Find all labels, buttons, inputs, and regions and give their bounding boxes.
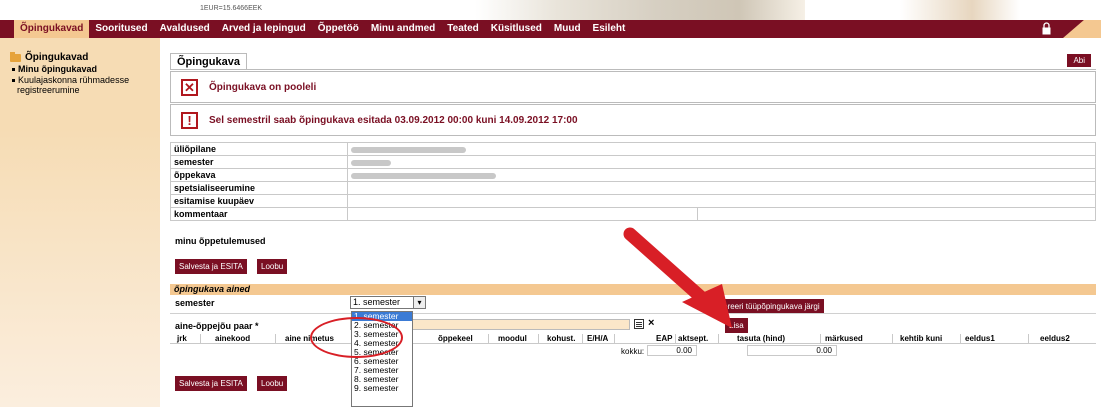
column-divider [275,334,276,344]
col-kehtib-kuni: kehtib kuni [900,334,943,343]
save-submit-button-bottom[interactable]: Salvesta ja ESITA [175,376,247,391]
info-table: üliõpilane semester õppekava spetsialise… [170,142,1096,221]
sidebar-item-label: Minu õpingukavad [18,64,98,74]
save-submit-button[interactable]: Salvesta ja ESITA [175,259,247,274]
sidebar-item-kuulajaskond-cont[interactable]: registreerumine [17,85,80,95]
column-divider [1028,334,1029,344]
x-icon: ✕ [181,79,198,96]
info-value [347,168,1096,182]
semester-label: semester [175,298,215,308]
comment-field-2[interactable] [697,207,1096,221]
pair-label: aine-õppejõu paar * [175,321,259,331]
column-divider [820,334,821,344]
nav-opingukavad[interactable]: Õpingukavad [14,20,90,38]
bullet-icon [12,68,15,72]
table-row: esitamise kuupäev [170,194,1096,208]
sidebar-item-kuulajaskond[interactable]: Kuulajaskonna rühmadesse [12,75,129,85]
chevron-down-icon[interactable]: ▾ [413,297,425,308]
semester-select-value: 1. semester [353,297,401,307]
folder-icon [10,51,21,62]
top-strip: 1EUR=15.6466EEK [0,0,1101,20]
sidebar-item-minu-opingukavad[interactable]: Minu õpingukavad [12,64,97,74]
tab-divider [170,69,1096,70]
status-text: Õpingukava on pooleli [209,82,317,93]
col-ainekood: ainekood [215,334,251,343]
info-value [347,155,1096,169]
info-label: esitamise kuupäev [170,194,348,208]
column-divider [582,334,583,344]
nav-muud[interactable]: Muud [548,20,587,38]
col-moodul: moodul [498,334,527,343]
dropdown-option[interactable]: 9. semester [352,384,412,393]
info-value [347,194,1096,208]
main-content: Õpingukava Abi ✕ Õpingukava on pooleli !… [165,38,1101,407]
sidebar-item-label: registreerumine [17,85,80,95]
column-divider [200,334,201,344]
nav-avaldused[interactable]: Avaldused [154,20,216,38]
sidebar-title-label: Õpingukavad [25,52,89,63]
col-eeldus2: eeldus2 [1040,334,1070,343]
total-label: kokku: [621,347,645,356]
redacted-value [351,159,391,166]
table-row: semester [170,155,1096,169]
price-total: 0.00 [747,345,837,356]
col-markused: märkused [825,334,863,343]
table-row: üliõpilane [170,142,1096,156]
info-label: spetsialiseerumine [170,181,348,195]
info-label: kommentaar [170,207,348,221]
header-decoration-right [900,0,1020,20]
column-divider [960,334,961,344]
info-value [347,181,1096,195]
column-divider [538,334,539,344]
info-label: semester [170,155,348,169]
column-divider [614,334,615,344]
status-message: ✕ Õpingukava on pooleli [170,71,1096,103]
table-row: õppekava [170,168,1096,182]
dropdown-option[interactable] [352,393,412,402]
nav-sooritused[interactable]: Sooritused [89,20,153,38]
redacted-value [351,172,496,179]
column-divider [488,334,489,344]
semester-select[interactable]: 1. semester ▾ [350,296,426,309]
exclamation-icon: ! [181,112,198,129]
minu-opetulemused: minu õppetulemused [175,236,266,246]
bullet-icon [12,79,15,83]
currency-rate: 1EUR=15.6466EEK [200,5,263,12]
header-decoration [475,0,805,20]
nav-teated[interactable]: Teated [441,20,485,38]
nav-arved[interactable]: Arved ja lepingud [216,20,312,38]
help-button[interactable]: Abi [1067,54,1091,67]
nav-oppetoo[interactable]: Õppetöö [312,20,365,38]
lock-icon[interactable] [1042,22,1051,35]
cancel-button[interactable]: Loobu [257,259,288,274]
main-nav: Õpingukavad Sooritused Avaldused Arved j… [0,20,1101,38]
annotation-arrow-icon [623,227,732,328]
info-label: üliõpilane [170,142,348,156]
nav-esileht[interactable]: Esileht [587,20,632,38]
info-value [347,142,1096,156]
deadline-text: Sel semestril saab õpingukava esitada 03… [209,115,578,126]
nav-minu-andmed[interactable]: Minu andmed [365,20,441,38]
column-divider [892,334,893,344]
tab-opingukava[interactable]: Õpingukava [170,53,247,69]
sidebar-item-label: Kuulajaskonna rühmadesse [18,75,130,85]
col-oppekeel: õppekeel [438,334,473,343]
sidebar-title[interactable]: Õpingukavad [10,51,89,63]
table-row: kommentaar [170,207,1096,221]
annotation-oval [310,317,403,358]
cancel-button-bottom[interactable]: Loobu [257,376,288,391]
col-eha: E/H/A [587,334,609,343]
col-kohust: kohust. [547,334,576,343]
eap-total: 0.00 [647,345,697,356]
table-row: spetsialiseerumine [170,181,1096,195]
deadline-message: ! Sel semestril saab õpingukava esitada … [170,104,1096,136]
sidebar: Õpingukavad Minu õpingukavad Kuulajaskon… [0,38,160,407]
nav-kusitlused[interactable]: Küsitlused [485,20,548,38]
col-jrk: jrk [177,334,187,343]
col-eeldus1: eeldus1 [965,334,995,343]
info-label: õppekava [170,168,348,182]
col-tasuta: tasuta (hind) [737,334,785,343]
redacted-value [351,146,466,153]
comment-field[interactable] [347,207,698,221]
